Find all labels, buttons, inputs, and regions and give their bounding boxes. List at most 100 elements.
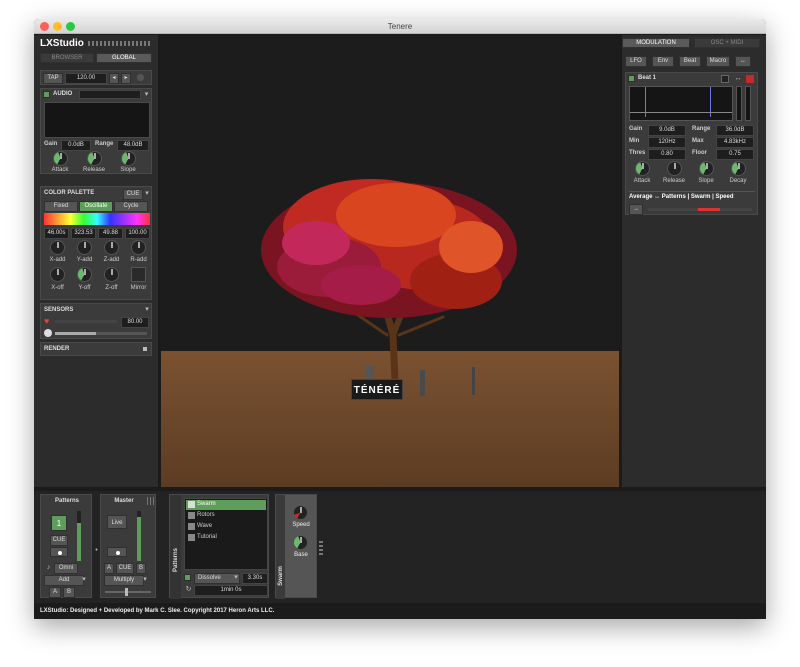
palette-oscillate-button[interactable]: Oscillate (79, 201, 113, 212)
tap-tempo-button[interactable]: TAP (43, 73, 63, 84)
x-off-knob[interactable] (50, 267, 65, 282)
tab-global[interactable]: GLOBAL (96, 53, 152, 63)
crossfader-slider[interactable] (105, 588, 151, 596)
master-fader[interactable] (137, 511, 141, 561)
beat-slope-knob[interactable] (699, 161, 714, 176)
grid-icon[interactable] (147, 497, 155, 505)
palette-period-field[interactable]: 46.00s (44, 228, 69, 239)
mirror-toggle[interactable] (131, 267, 146, 282)
auto-cycle-field[interactable]: 1min 0s (194, 585, 268, 596)
speed-knob[interactable] (293, 505, 308, 520)
master-cue-button[interactable]: CUE (116, 563, 134, 574)
minimize-window-button[interactable] (53, 22, 62, 31)
add-lfo-button[interactable]: LFO (625, 56, 647, 67)
pattern-toggle[interactable] (188, 523, 195, 530)
palette-mode-select[interactable]: CUE (123, 189, 143, 200)
close-window-button[interactable] (40, 22, 49, 31)
hue-spectrum-bar[interactable] (44, 213, 150, 225)
pattern-toggle[interactable] (188, 534, 195, 541)
chevron-down-icon[interactable]: ▾ (142, 90, 151, 99)
channel-cue-button[interactable]: CUE (50, 535, 68, 546)
beat-threshold-field[interactable]: 0.80 (648, 149, 686, 160)
bpm-field[interactable]: 120.00 (65, 73, 107, 84)
palette-saturation-field[interactable]: 49.88 (98, 228, 123, 239)
sensor-slider[interactable] (55, 332, 147, 335)
map-mode-button[interactable]: ↔ (735, 56, 751, 67)
beat-gain-field[interactable]: 9.0dB (648, 125, 686, 136)
base-knob[interactable] (293, 535, 308, 550)
collapse-icon[interactable] (143, 347, 147, 351)
slope-knob[interactable] (121, 151, 136, 166)
master-select-button[interactable] (107, 547, 127, 557)
tab-browser[interactable]: BROWSER (40, 53, 94, 63)
tempo-prev-button[interactable]: ◂ (109, 73, 119, 84)
pattern-toggle[interactable] (188, 512, 195, 519)
chevron-down-icon[interactable]: ▾ (80, 575, 88, 584)
chevron-down-icon[interactable]: ▾ (141, 575, 149, 584)
device-side-tab[interactable]: Swarm (276, 495, 285, 599)
z-add-knob[interactable] (104, 240, 119, 255)
beat-trigger-indicator[interactable] (721, 75, 729, 83)
zoom-window-button[interactable] (66, 22, 75, 31)
live-button[interactable]: Live (107, 515, 127, 529)
channel-select-button[interactable] (50, 547, 68, 557)
palette-hue-field[interactable]: 323.53 (71, 228, 96, 239)
chevron-down-icon[interactable]: ▾ (232, 573, 240, 582)
crossfade-a-button[interactable]: A (49, 587, 61, 598)
transition-enabled-toggle[interactable] (184, 574, 191, 581)
y-add-knob[interactable] (77, 240, 92, 255)
crossfade-b-button[interactable]: B (63, 587, 75, 598)
palette-fixed-button[interactable]: Fixed (44, 201, 78, 212)
list-item-tutorial[interactable]: Tutorial (186, 533, 266, 543)
beat-release-knob[interactable] (667, 161, 682, 176)
beat-attack-knob[interactable] (635, 161, 650, 176)
mapping-polarity-button[interactable]: → (629, 204, 643, 215)
beat-min-field[interactable]: 120Hz (648, 137, 686, 148)
r-add-knob[interactable] (131, 240, 146, 255)
cycle-icon[interactable]: ↻ (184, 585, 193, 594)
range-field[interactable]: 48.0dB (117, 140, 149, 151)
audio-enabled-toggle[interactable] (43, 91, 50, 98)
beat-range-field[interactable]: 36.0dB (716, 125, 754, 136)
beat-max-field[interactable]: 4.83kHz (716, 137, 754, 148)
beat-enabled-toggle[interactable] (628, 75, 635, 82)
palette-cycle-button[interactable]: Cycle (114, 201, 148, 212)
add-env-button[interactable]: Env (652, 56, 674, 67)
tab-modulation[interactable]: MODULATION (622, 38, 690, 48)
add-macro-button[interactable]: Macro (706, 56, 730, 67)
palette-brightness-field[interactable]: 100.00 (125, 228, 150, 239)
list-item-wave[interactable]: Wave (186, 522, 266, 532)
heart-rate-field[interactable]: 80.00 (121, 317, 149, 328)
z-off-knob[interactable] (104, 267, 119, 282)
midi-omni-button[interactable]: Omni (54, 563, 78, 574)
tab-osc-midi[interactable]: OSC + MIDI (694, 38, 760, 48)
channel-side-tab[interactable]: Patterns (170, 495, 181, 599)
list-item-swarm[interactable]: Swarm (186, 500, 266, 510)
beat-floor-field[interactable]: 0.75 (716, 149, 754, 160)
add-beat-button[interactable]: Beat (679, 56, 701, 67)
pattern-toggle[interactable] (188, 501, 195, 508)
transition-time-field[interactable]: 3.30s (242, 573, 268, 584)
beat-decay-knob[interactable] (731, 161, 746, 176)
crossfader-blend-select[interactable]: Multiply (104, 575, 144, 586)
channel-enable-button[interactable]: 1 (51, 515, 67, 531)
audio-device-select[interactable] (79, 90, 141, 99)
channel-fader[interactable] (77, 511, 81, 561)
map-arrow-icon[interactable]: ↔ (732, 74, 744, 83)
modulation-mapping[interactable]: Average ↔ Patterns | Swarm | Speed (629, 194, 734, 200)
remove-modulator-button[interactable] (746, 75, 754, 83)
mapping-range-slider[interactable] (648, 208, 752, 211)
3d-viewport[interactable]: TÉNÉRÉ (161, 35, 619, 487)
attack-knob[interactable] (53, 151, 68, 166)
chevron-down-icon[interactable]: ▾ (143, 305, 151, 314)
list-item-rotors[interactable]: Rotors (186, 511, 266, 521)
blend-mode-select[interactable]: Add (44, 575, 84, 586)
chevron-down-icon[interactable]: ▾ (143, 189, 151, 198)
master-b-button[interactable]: B (136, 563, 146, 574)
gain-field[interactable]: 0.0dB (61, 140, 91, 151)
device-drag-handle[interactable] (319, 541, 323, 555)
heart-rate-bar[interactable] (55, 320, 117, 323)
x-add-knob[interactable] (50, 240, 65, 255)
tempo-next-button[interactable]: ▸ (121, 73, 131, 84)
release-knob[interactable] (87, 151, 102, 166)
